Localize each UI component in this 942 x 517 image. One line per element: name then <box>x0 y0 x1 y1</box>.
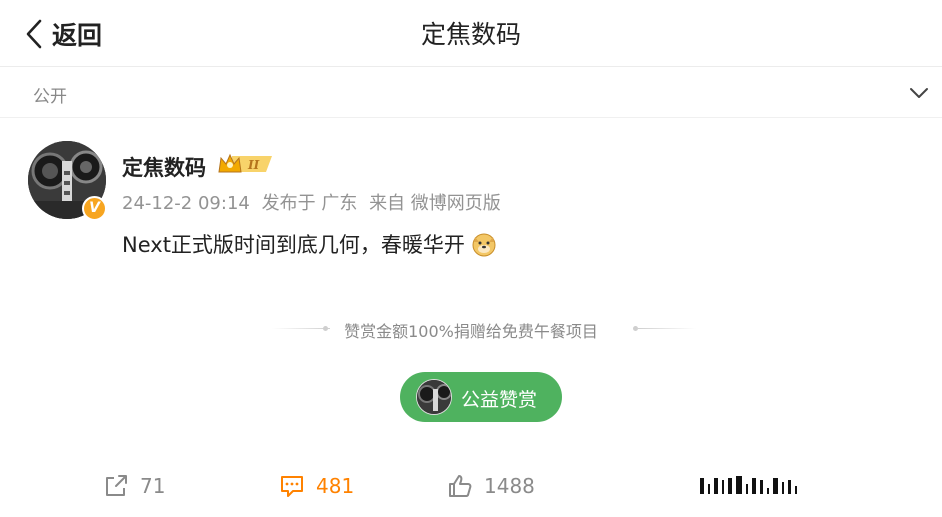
like-button[interactable]: 1488 <box>446 468 535 504</box>
post-body: Next正式版时间到底几何，春暖华开 <box>122 229 497 259</box>
doge-emoji-icon <box>472 233 496 257</box>
avatar-camera-image <box>417 380 451 414</box>
post-meta: 24-12-2 09:14 发布于 广东 来自 微博网页版 <box>122 189 507 215</box>
barcode-decoration <box>700 476 797 494</box>
donation-note: 赞赏金额100%捐赠给免费午餐项目 <box>344 322 598 341</box>
page-title: 定焦数码 <box>420 20 521 49</box>
post-time[interactable]: 24-12-2 09:14 <box>122 193 250 214</box>
comment-button[interactable]: 481 <box>278 468 354 504</box>
donate-button[interactable]: 公益赞赏 <box>400 372 562 422</box>
thumbs-up-icon <box>449 475 472 497</box>
action-bar: 71 481 1488 <box>0 468 942 504</box>
post-text: Next正式版时间到底几何，春暖华开 <box>122 233 465 257</box>
divider-line-right <box>638 328 696 329</box>
donate-label: 公益赞赏 <box>461 389 538 411</box>
vip-crown-icon[interactable]: II <box>218 152 274 176</box>
chevron-down-icon[interactable] <box>908 82 930 104</box>
donate-avatar <box>416 379 452 415</box>
verified-badge-icon: V <box>82 196 107 221</box>
visibility-row[interactable]: 公开 <box>0 68 942 118</box>
comment-count: 481 <box>316 474 355 498</box>
like-count: 1488 <box>484 474 535 498</box>
svg-text:II: II <box>247 158 260 172</box>
comment-icon <box>281 476 303 497</box>
author-name[interactable]: 定焦数码 <box>122 152 206 182</box>
share-count: 71 <box>140 474 166 498</box>
visibility-label: 公开 <box>33 87 67 107</box>
share-button[interactable]: 71 <box>102 468 165 504</box>
post-location: 发布于 广东 <box>261 193 358 214</box>
post-source: 来自 微博网页版 <box>369 193 501 214</box>
share-icon <box>106 475 127 496</box>
top-bar: 返回 定焦数码 <box>0 0 942 67</box>
